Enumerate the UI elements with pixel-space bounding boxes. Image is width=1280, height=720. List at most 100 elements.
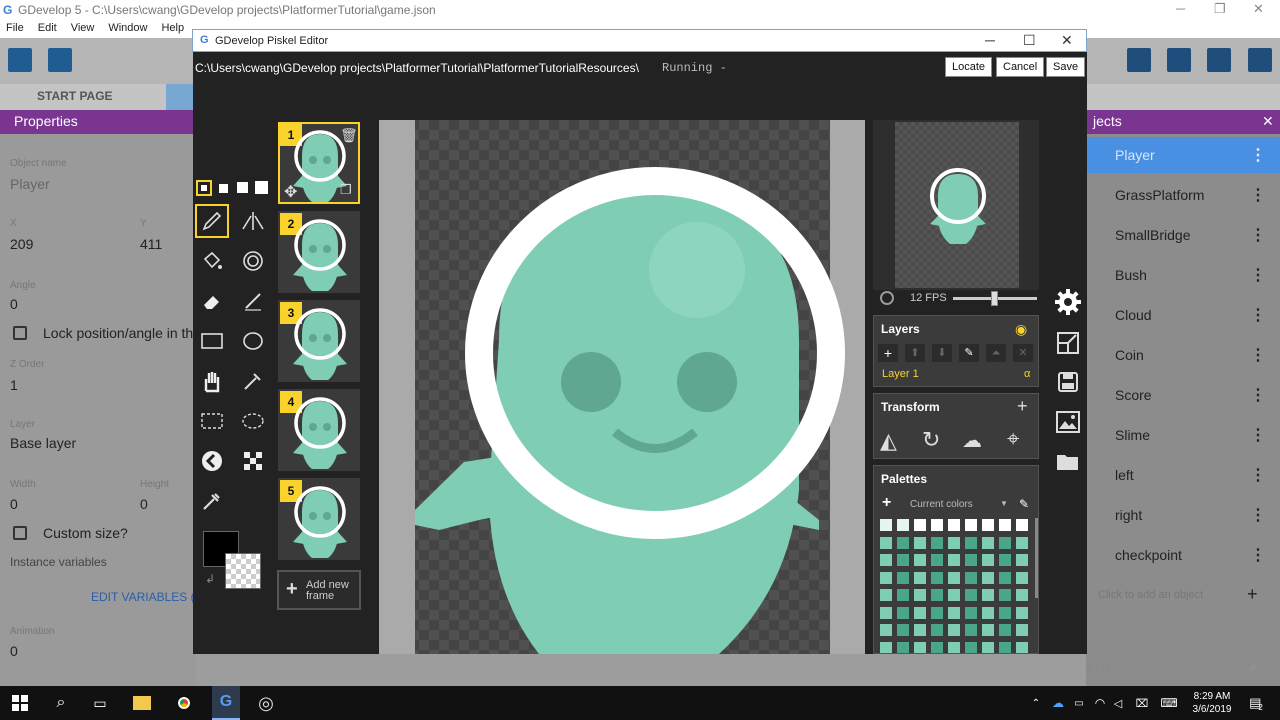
pen-size-4[interactable] xyxy=(255,181,268,194)
palette-swatch[interactable] xyxy=(1016,571,1028,584)
palette-swatch[interactable] xyxy=(965,624,977,636)
battery-icon[interactable]: ▭ xyxy=(1072,686,1086,720)
palette-swatch[interactable] xyxy=(931,519,943,531)
add-object-icon[interactable]: + xyxy=(1247,584,1258,605)
palette-swatch[interactable] xyxy=(948,641,960,653)
object-menu-icon[interactable]: ⋮ xyxy=(1250,505,1266,525)
rectangle-tool[interactable] xyxy=(195,324,229,358)
color-picker-tool[interactable] xyxy=(195,484,229,518)
network-icon[interactable]: ◠ xyxy=(1092,686,1108,720)
palette-swatch[interactable] xyxy=(880,519,892,531)
object-menu-icon[interactable]: ⋮ xyxy=(1250,265,1266,285)
palette-swatch[interactable] xyxy=(948,519,960,531)
minimize-icon[interactable]: ─ xyxy=(1176,1,1185,16)
palette-swatch[interactable] xyxy=(965,641,977,653)
chrome-icon[interactable] xyxy=(172,686,196,720)
frame-thumbnail[interactable]: 4 xyxy=(278,389,360,471)
tab-scene[interactable] xyxy=(166,84,196,110)
palette-swatch[interactable] xyxy=(948,554,960,566)
menu-help[interactable]: Help xyxy=(161,20,184,34)
palette-scrollbar[interactable] xyxy=(1035,518,1038,598)
palette-swatch[interactable] xyxy=(965,606,977,619)
object-menu-icon[interactable]: ⋮ xyxy=(1250,225,1266,245)
palette-add-icon[interactable]: + xyxy=(882,494,891,512)
layers-icon[interactable] xyxy=(1167,48,1191,72)
palette-swatch[interactable] xyxy=(880,536,892,549)
palette-swatch[interactable] xyxy=(880,624,892,636)
eye-icon[interactable]: ◉ xyxy=(1015,321,1027,338)
save-button[interactable]: Save xyxy=(1046,57,1086,77)
palette-swatch[interactable] xyxy=(1016,519,1028,531)
menu-edit[interactable]: Edit xyxy=(38,20,57,34)
fps-slider[interactable] xyxy=(953,291,1037,306)
palette-swatch[interactable] xyxy=(965,571,977,584)
layer-delete-button[interactable]: ✕ xyxy=(1013,344,1033,362)
transform-add-icon[interactable]: + xyxy=(1017,396,1028,417)
app-taskbar-icon[interactable]: ◎ xyxy=(254,686,278,720)
palette-swatch[interactable] xyxy=(914,589,926,601)
layer-add-button[interactable]: + xyxy=(878,344,898,362)
palette-swatch[interactable] xyxy=(965,519,977,531)
animation-field[interactable]: 0 xyxy=(10,643,18,659)
input-indicator-icon[interactable]: ⌧ xyxy=(1132,686,1152,720)
object-menu-icon[interactable]: ⋮ xyxy=(1250,545,1266,565)
frame-thumbnail[interactable]: 2 xyxy=(278,211,360,293)
volume-icon[interactable]: ◁ xyxy=(1110,686,1126,720)
palette-swatch[interactable] xyxy=(982,554,994,566)
project-manager-icon[interactable] xyxy=(8,48,32,72)
swap-colors-icon[interactable]: ↲ xyxy=(205,572,215,586)
palette-swatch[interactable] xyxy=(999,571,1011,584)
same-color-bucket-tool[interactable] xyxy=(236,244,270,278)
object-item[interactable]: Slime xyxy=(1115,427,1150,443)
object-menu-icon[interactable]: ⋮ xyxy=(1250,185,1266,205)
object-item[interactable]: Coin xyxy=(1115,347,1144,363)
stroke-tool[interactable] xyxy=(236,284,270,318)
zorder-field[interactable]: 1 xyxy=(10,377,18,393)
palette-swatch[interactable] xyxy=(931,606,943,619)
object-menu-icon[interactable]: ⋮ xyxy=(1250,145,1266,165)
rotate-icon[interactable]: ↻ xyxy=(922,427,940,453)
palette-swatch[interactable] xyxy=(948,589,960,601)
palette-swatch[interactable] xyxy=(897,571,909,584)
eraser-tool[interactable] xyxy=(195,284,229,318)
keyboard-icon[interactable]: ⌨ xyxy=(1158,686,1180,720)
flip-icon[interactable]: ◭ xyxy=(880,428,897,454)
menu-view[interactable]: View xyxy=(71,20,95,34)
onedrive-icon[interactable]: ☁ xyxy=(1050,686,1066,720)
close-objects-icon[interactable]: ✕ xyxy=(1262,113,1274,130)
menu-window[interactable]: Window xyxy=(108,20,147,34)
palette-swatch[interactable] xyxy=(999,519,1011,531)
palette-swatch[interactable] xyxy=(965,536,977,549)
maximize-icon[interactable]: ☐ xyxy=(1023,32,1036,49)
object-menu-icon[interactable]: ⋮ xyxy=(1250,305,1266,325)
palette-swatch[interactable] xyxy=(1016,589,1028,601)
layer-alpha-label[interactable]: α xyxy=(1024,368,1030,380)
palette-swatch[interactable] xyxy=(1016,536,1028,549)
tab-start-page[interactable]: START PAGE xyxy=(37,89,113,103)
object-item[interactable]: Score xyxy=(1115,387,1152,403)
onion-skin-icon[interactable] xyxy=(880,291,894,305)
palette-swatch[interactable] xyxy=(948,624,960,636)
height-field[interactable]: 0 xyxy=(140,496,148,512)
palette-swatch[interactable] xyxy=(931,589,943,601)
fps-slider-thumb[interactable] xyxy=(991,291,998,306)
palette-swatch[interactable] xyxy=(1016,641,1028,653)
palette-swatch[interactable] xyxy=(982,589,994,601)
palette-swatch[interactable] xyxy=(897,624,909,636)
maximize-icon[interactable]: ❐ xyxy=(1214,1,1226,17)
layer-up-button[interactable]: ⬆ xyxy=(905,344,925,362)
palette-swatch[interactable] xyxy=(880,571,892,584)
palette-select[interactable]: Current colors xyxy=(910,499,973,510)
angle-field[interactable]: 0 xyxy=(10,296,18,312)
edit-variables-button[interactable]: EDIT VARIABLES ( xyxy=(91,590,195,604)
object-item[interactable]: Bush xyxy=(1115,267,1147,283)
resize-icon[interactable] xyxy=(1051,326,1085,360)
object-menu-icon[interactable]: ⋮ xyxy=(1250,425,1266,445)
object-item[interactable]: SmallBridge xyxy=(1115,227,1190,243)
lock-checkbox[interactable] xyxy=(13,326,27,340)
gdevelop-taskbar-icon[interactable]: G xyxy=(212,686,240,720)
tray-chevron-icon[interactable]: ⌃ xyxy=(1030,686,1042,720)
palette-swatch[interactable] xyxy=(931,554,943,566)
palette-swatch[interactable] xyxy=(948,536,960,549)
rectangle-selection-tool[interactable] xyxy=(195,404,229,438)
